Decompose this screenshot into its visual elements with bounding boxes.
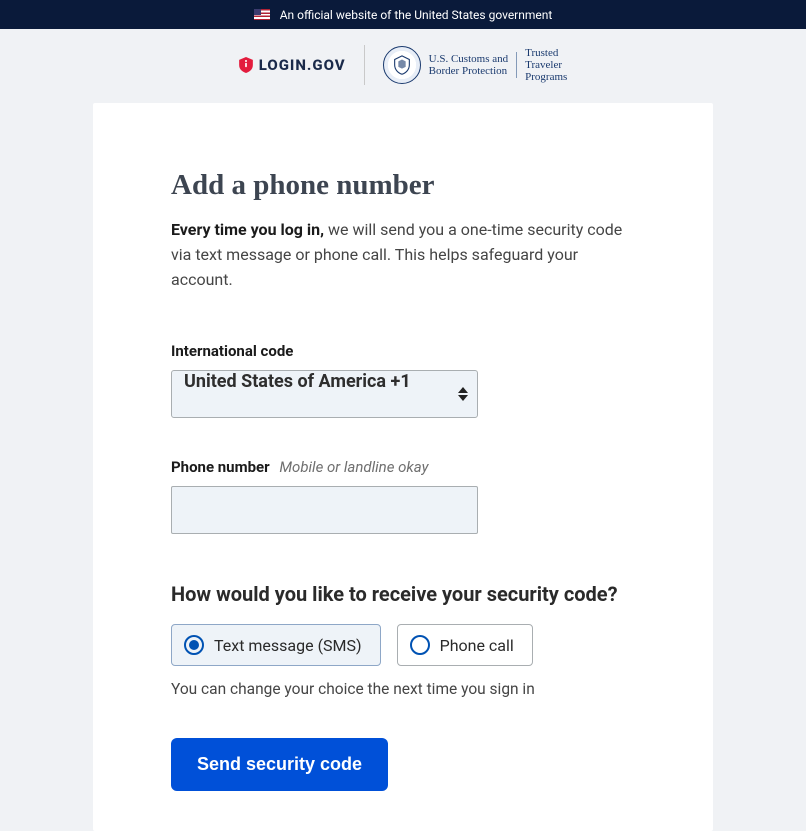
change-note: You can change your choice the next time… [171,680,635,698]
delivery-options: Text message (SMS) Phone call [171,624,635,666]
radio-icon [410,635,430,655]
lead-paragraph: Every time you log in, we will send you … [171,218,635,292]
login-gov-text: LOGIN.GOV [259,56,346,74]
header-logos: LOGIN.GOV U.S. Customs and Border Protec… [0,29,806,103]
radio-icon [184,635,204,655]
dhs-logo-block: U.S. Customs and Border Protection Trust… [383,46,568,84]
logo-divider [364,45,365,85]
main-card: Add a phone number Every time you log in… [93,103,713,831]
send-code-button[interactable]: Send security code [171,738,388,791]
phone-hint: Mobile or landline okay [279,458,428,476]
dhs-seal-icon [383,46,421,84]
ttp-text-line3: Programs [525,71,567,83]
logo-sub-divider [516,52,517,78]
cbp-text-line1: U.S. Customs and [429,53,508,65]
option-sms[interactable]: Text message (SMS) [171,624,381,666]
phone-label: Phone number [171,458,270,476]
ttp-text-line1: Trusted [525,47,567,59]
phone-input[interactable] [171,486,478,534]
option-call[interactable]: Phone call [397,624,533,666]
gov-banner: An official website of the United States… [0,0,806,29]
page-title: Add a phone number [171,169,635,202]
intl-code-select-wrap[interactable]: United States of America +1 [171,370,478,418]
ttp-text-line2: Traveler [525,59,567,71]
cbp-text-line2: Border Protection [429,65,508,77]
shield-icon [239,57,253,73]
delivery-question: How would you like to receive your secur… [171,582,635,606]
intl-code-select[interactable]: United States of America +1 [171,370,478,418]
option-call-label: Phone call [440,636,514,655]
us-flag-icon [254,9,270,20]
gov-banner-text: An official website of the United States… [280,8,553,22]
phone-label-row: Phone number Mobile or landline okay [171,458,635,476]
intl-code-label: International code [171,342,635,360]
login-gov-logo: LOGIN.GOV [239,56,346,74]
lead-bold: Every time you log in, [171,220,324,239]
option-sms-label: Text message (SMS) [214,636,362,655]
